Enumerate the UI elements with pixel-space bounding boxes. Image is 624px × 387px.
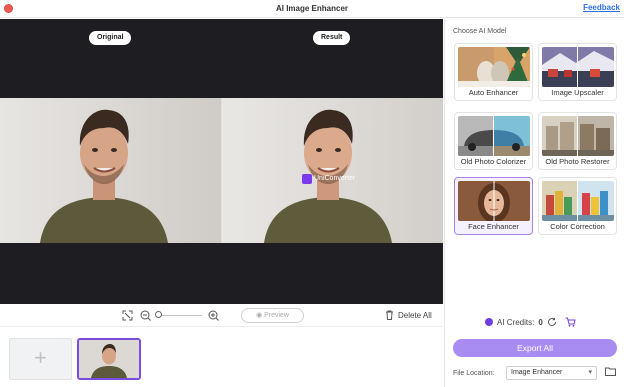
plus-icon: +	[34, 345, 47, 370]
model-panel: Choose AI Model Auto Enhancer Image Upsc…	[444, 19, 624, 387]
model-label: Old Photo Restorer	[545, 157, 610, 166]
panel-heading: Choose AI Model	[453, 28, 507, 35]
trash-icon	[386, 310, 393, 320]
model-card-image-upscaler[interactable]: Image Upscaler	[538, 43, 617, 101]
eye-icon: ◉	[256, 312, 265, 319]
original-label: Original	[89, 31, 132, 45]
credits-icon	[485, 318, 493, 326]
model-card-color-correction[interactable]: Color Correction	[538, 177, 617, 235]
refresh-icon[interactable]	[547, 317, 557, 327]
comparison-photos	[0, 98, 443, 243]
model-label: Image Upscaler	[551, 88, 604, 97]
auto-enhancer-thumbnail	[458, 47, 530, 87]
image-upscaler-thumbnail	[542, 47, 614, 87]
original-image	[0, 98, 221, 243]
model-label: Face Enhancer	[468, 222, 519, 231]
image-thumbnail[interactable]	[77, 338, 141, 380]
thumbnail-strip: +	[0, 328, 443, 387]
preview-canvas: Original Result UniConverter	[0, 19, 443, 304]
uniconverter-logo-icon	[302, 174, 312, 184]
model-card-old-photo-restorer[interactable]: Old Photo Restorer	[538, 112, 617, 170]
model-label: Old Photo Colorizer	[460, 157, 527, 166]
cart-icon[interactable]	[565, 317, 576, 327]
result-image	[222, 98, 443, 243]
folder-icon[interactable]	[605, 367, 616, 379]
ai-credits: AI Credits: 0	[485, 317, 576, 327]
model-card-face-enhancer[interactable]: Face Enhancer	[454, 177, 533, 235]
model-card-old-photo-colorizer[interactable]: Old Photo Colorizer	[454, 112, 533, 170]
preview-toolbar: ◉ Preview Delete All	[0, 305, 443, 327]
feedback-link[interactable]: Feedback	[583, 3, 620, 12]
zoom-slider-track[interactable]	[160, 315, 202, 316]
chevron-down-icon: ▾	[588, 369, 592, 376]
model-card-auto-enhancer[interactable]: Auto Enhancer	[454, 43, 533, 101]
color-correction-thumbnail	[542, 181, 614, 221]
zoom-slider-thumb[interactable]	[155, 311, 162, 318]
result-label: Result	[313, 31, 351, 45]
add-image-button[interactable]: +	[9, 338, 72, 380]
export-all-button[interactable]: Export All	[453, 339, 617, 357]
delete-all-button[interactable]: Delete All	[385, 310, 432, 320]
delete-all-label: Delete All	[398, 310, 432, 320]
watermark: UniConverter	[302, 173, 355, 185]
file-location-value: Image Enhancer	[511, 369, 563, 376]
model-label: Color Correction	[550, 222, 605, 231]
file-location-select[interactable]: Image Enhancer ▾	[506, 366, 597, 380]
app-title: AI Image Enhancer	[275, 4, 349, 13]
face-enhancer-thumbnail	[458, 181, 530, 221]
credits-value: 0	[538, 317, 543, 327]
old-photo-restorer-thumbnail	[542, 116, 614, 156]
preview-button[interactable]: ◉ Preview	[241, 308, 304, 323]
old-photo-colorizer-thumbnail	[458, 116, 530, 156]
file-location-label: File Location:	[453, 370, 495, 377]
fit-screen-icon[interactable]	[122, 310, 133, 321]
zoom-in-icon[interactable]	[208, 310, 219, 321]
zoom-out-icon[interactable]	[140, 310, 151, 321]
preview-button-label: Preview	[264, 312, 289, 319]
title-bar: AI Image Enhancer Feedback	[0, 0, 624, 18]
model-label: Auto Enhancer	[468, 88, 519, 97]
credits-label: AI Credits:	[497, 317, 535, 327]
watermark-text: UniConverter	[314, 175, 356, 182]
